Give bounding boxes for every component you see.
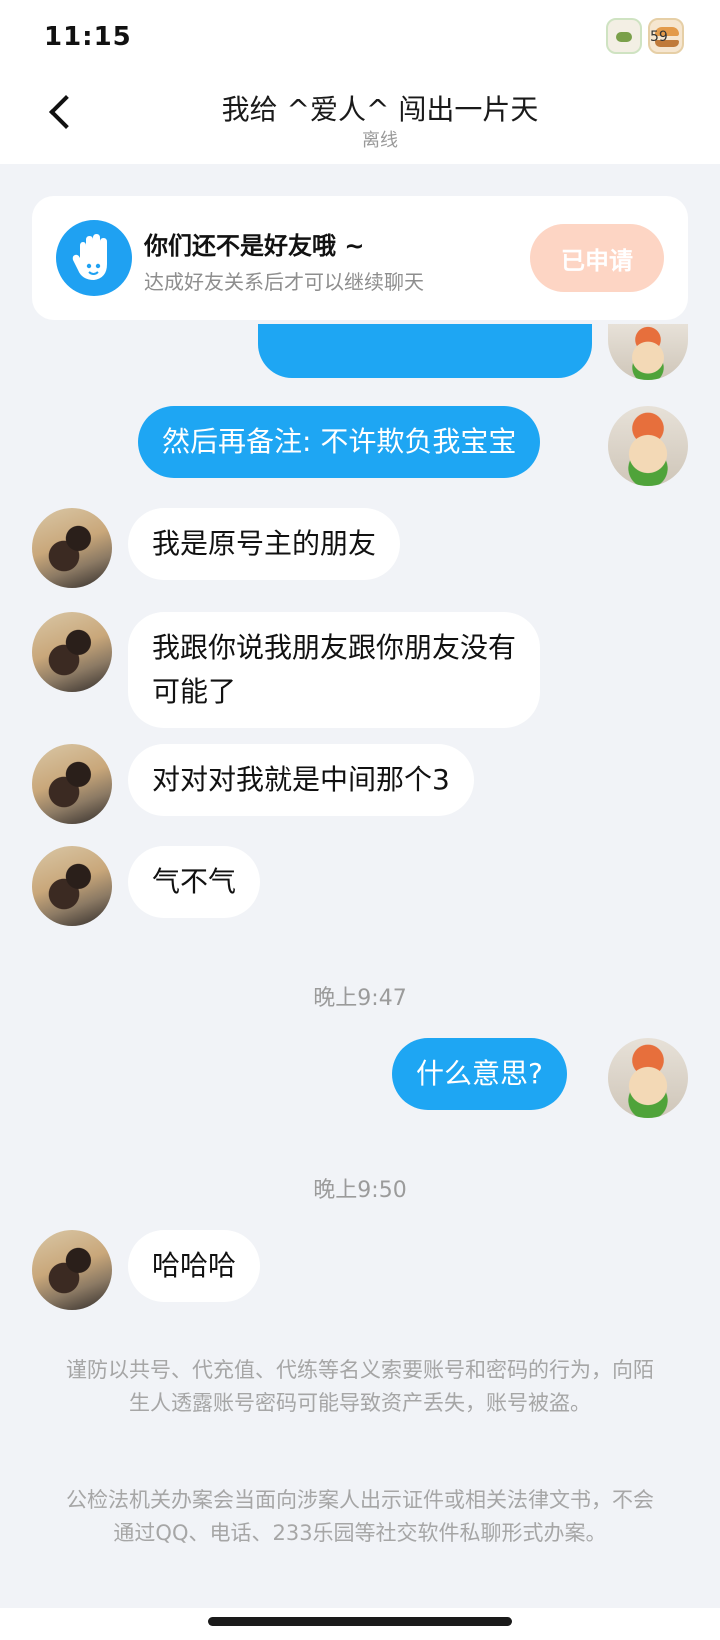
- message-timestamp: 晚上9:47: [313, 986, 407, 1011]
- my-avatar[interactable]: [608, 406, 688, 486]
- card-subtitle: 达成好友关系后才可以继续聊天: [144, 270, 424, 294]
- message-timestamp: 晚上9:50: [313, 1178, 407, 1203]
- security-notice: 谨防以共号、代充值、代练等名义索要账号和密码的行为，向陌生人透露账号密码可能导致…: [66, 1358, 654, 1415]
- message-bubble-out[interactable]: 什么意思?: [392, 1038, 567, 1110]
- partial-message-bubble: [258, 324, 592, 378]
- partial-my-avatar[interactable]: [608, 324, 688, 380]
- card-title: 你们还不是好友哦 ~: [144, 232, 365, 260]
- contact-avatar[interactable]: [32, 1230, 112, 1310]
- message-bubble-out[interactable]: 然后再备注: 不许欺负我宝宝: [138, 406, 541, 478]
- message-bubble-in[interactable]: 哈哈哈: [128, 1230, 261, 1302]
- my-avatar[interactable]: [608, 1038, 688, 1118]
- chat-title: 我给 ^爱人^ 闯出一片天: [221, 93, 539, 126]
- cow-sticker-icon: [606, 18, 642, 54]
- message-bubble-in[interactable]: 对对对我就是中间那个3: [128, 744, 474, 816]
- contact-avatar[interactable]: [32, 508, 112, 588]
- contact-avatar[interactable]: [32, 846, 112, 926]
- contact-avatar[interactable]: [32, 612, 112, 692]
- message-bubble-in[interactable]: 我跟你说我朋友跟你朋友没有 可能了: [128, 612, 541, 728]
- home-indicator[interactable]: [208, 1617, 512, 1626]
- legal-notice: 公检法机关办案会当面向涉案人出示证件或相关法律文书，不会通过QQ、电话、233乐…: [66, 1488, 654, 1545]
- status-time: 11:15: [44, 22, 132, 52]
- hand-wave-icon: [56, 220, 132, 296]
- message-bubble-in[interactable]: 我是原号主的朋友: [128, 508, 401, 580]
- message-bubble-in[interactable]: 气不气: [128, 846, 261, 918]
- applied-button[interactable]: 已申请: [530, 224, 664, 292]
- battery-level: 59: [650, 29, 668, 45]
- online-status: 离线: [362, 130, 398, 151]
- contact-avatar[interactable]: [32, 744, 112, 824]
- status-icons: [606, 18, 684, 54]
